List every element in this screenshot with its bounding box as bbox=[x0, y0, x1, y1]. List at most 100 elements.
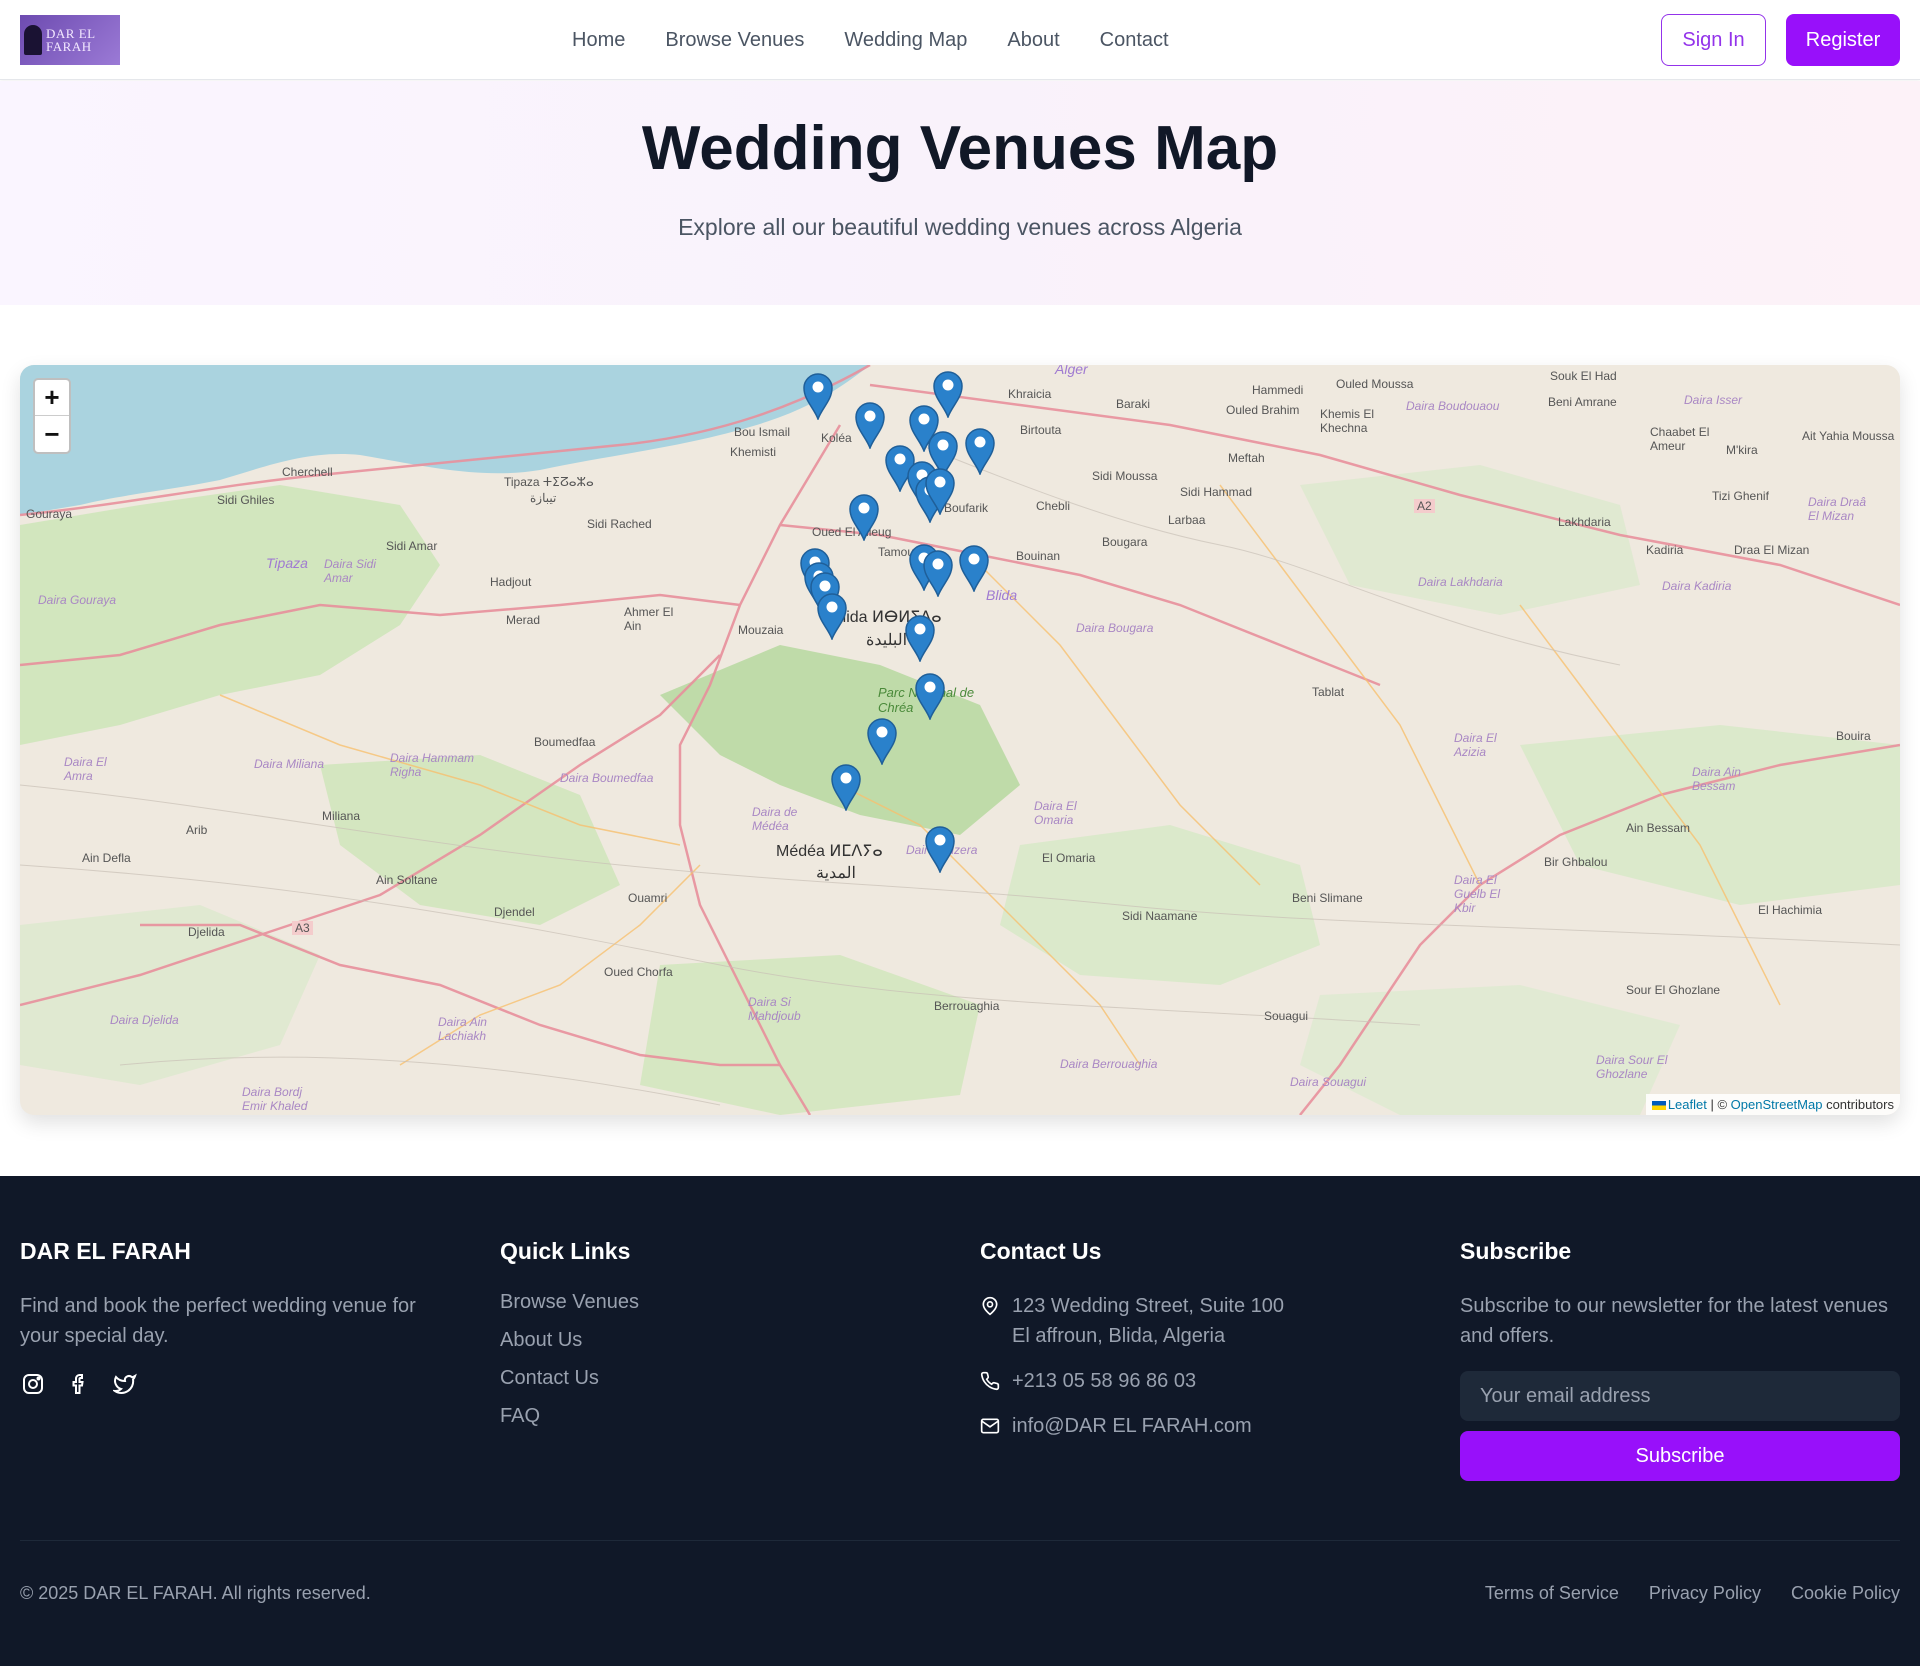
venue-marker-icon[interactable] bbox=[924, 825, 956, 875]
logo[interactable]: DAR EL FARAH bbox=[20, 15, 120, 65]
footer-brand-text: Find and book the perfect wedding venue … bbox=[20, 1295, 416, 1347]
contact-email: info@DAR EL FARAH.com bbox=[980, 1411, 1420, 1441]
openstreetmap-link[interactable]: OpenStreetMap bbox=[1731, 1097, 1823, 1112]
venue-marker-icon[interactable] bbox=[964, 427, 996, 477]
map-label-berrouaghia: Berrouaghia bbox=[934, 999, 1000, 1013]
venue-marker-icon[interactable] bbox=[904, 614, 936, 664]
map-label-sidi-amar: Sidi Amar bbox=[386, 539, 438, 553]
leaflet-link[interactable]: Leaflet bbox=[1668, 1097, 1707, 1112]
register-button[interactable]: Register bbox=[1786, 14, 1900, 66]
venue-marker-icon[interactable] bbox=[848, 493, 880, 543]
email-text[interactable]: info@DAR EL FARAH.com bbox=[1012, 1411, 1252, 1441]
map-label-souagui: Souagui bbox=[1264, 1009, 1309, 1023]
map-label-boumedfaa: Boumedfaa bbox=[534, 735, 596, 749]
map-label-cherchell: Cherchell bbox=[282, 465, 333, 479]
zoom-out-button[interactable]: − bbox=[35, 416, 69, 452]
venue-marker-icon[interactable] bbox=[802, 372, 834, 422]
venue-marker-icon[interactable] bbox=[958, 544, 990, 594]
footer-brand-column: DAR EL FARAH Find and book the perfect w… bbox=[20, 1238, 460, 1397]
map-label-daira-bordj: Daira Bordj Emir Khaled bbox=[242, 1085, 308, 1113]
map-label-daira-boumedfaa: Daira Boumedfaa bbox=[560, 771, 654, 785]
map-label-beni-slimane: Beni Slimane bbox=[1292, 891, 1363, 905]
footer-link-faq[interactable]: FAQ bbox=[500, 1405, 940, 1428]
cookie-link[interactable]: Cookie Policy bbox=[1791, 1583, 1900, 1604]
venue-marker-icon[interactable] bbox=[922, 549, 954, 599]
zoom-in-button[interactable]: + bbox=[35, 380, 69, 416]
map-label-el-hachimia: El Hachimia bbox=[1758, 903, 1823, 917]
subscribe-button[interactable]: Subscribe bbox=[1460, 1431, 1900, 1481]
map-label-chebli: Chebli bbox=[1036, 499, 1071, 513]
map-label-el-omaria: El Omaria bbox=[1042, 851, 1096, 865]
ukraine-flag-icon bbox=[1651, 1101, 1666, 1111]
footer-link-browse-venues[interactable]: Browse Venues bbox=[500, 1291, 940, 1314]
map-label-arib: Arib bbox=[186, 823, 208, 837]
map-label-larbaa: Larbaa bbox=[1168, 513, 1206, 527]
map-label-tizi-ghenif: Tizi Ghenif bbox=[1712, 489, 1769, 503]
map-label-ouled-chorfa: Oued Chorfa bbox=[604, 965, 673, 979]
quick-links-title: Quick Links bbox=[500, 1238, 631, 1264]
address-text: 123 Wedding Street, Suite 100 El affroun… bbox=[1012, 1291, 1284, 1351]
logo-text: DAR EL FARAH bbox=[46, 27, 96, 53]
map-label-ain-bessam: Ain Bessam bbox=[1626, 821, 1691, 835]
footer-quick-links-column: Quick Links Browse Venues About Us Conta… bbox=[500, 1238, 940, 1443]
venue-marker-icon[interactable] bbox=[866, 717, 898, 767]
map-label-alger: Alger bbox=[1055, 365, 1088, 377]
map-label-ouamri: Ouamri bbox=[628, 891, 668, 905]
map-label-hadjout: Hadjout bbox=[490, 575, 532, 589]
map-label-sidi-moussa: Sidi Moussa bbox=[1092, 469, 1158, 483]
map-label-khraicia: Khraicia bbox=[1008, 387, 1052, 401]
map-label-daira-berrouaghia: Daira Berrouaghia bbox=[1060, 1057, 1158, 1071]
phone-icon bbox=[980, 1366, 1000, 1396]
nav-home[interactable]: Home bbox=[572, 29, 625, 52]
privacy-link[interactable]: Privacy Policy bbox=[1649, 1583, 1761, 1604]
venue-marker-icon[interactable] bbox=[924, 467, 956, 517]
footer-brand-title: DAR EL FARAH bbox=[20, 1238, 191, 1264]
nav-wedding-map[interactable]: Wedding Map bbox=[844, 29, 967, 52]
map-label-ahmer-el-ain: Ahmer El Ain bbox=[624, 605, 674, 633]
map-label-blida-ar: البليدة bbox=[866, 632, 908, 649]
map-label-ain-defla: Ain Defla bbox=[82, 851, 131, 865]
map-label-kadiria: Kadiria bbox=[1646, 543, 1684, 557]
mail-icon bbox=[980, 1411, 1000, 1441]
map-label-tipaza-wilaya: Tipaza bbox=[266, 555, 308, 571]
top-navbar: DAR EL FARAH Home Browse Venues Wedding … bbox=[0, 0, 1920, 80]
footer: DAR EL FARAH Find and book the perfect w… bbox=[0, 1176, 1920, 1666]
venue-marker-icon[interactable] bbox=[854, 401, 886, 451]
map-label-daira-el-amra: Daira El Amra bbox=[64, 755, 107, 783]
subscribe-title: Subscribe bbox=[1460, 1238, 1572, 1264]
venue-marker-icon[interactable] bbox=[914, 672, 946, 722]
map-label-daira-ain-lechiakh: Daira Ain Lachiakh bbox=[438, 1015, 487, 1043]
terms-link[interactable]: Terms of Service bbox=[1485, 1583, 1619, 1604]
map-label-kolea: Koléa bbox=[821, 431, 852, 445]
map-label-mkira: M'kira bbox=[1726, 443, 1758, 457]
nav-browse-venues[interactable]: Browse Venues bbox=[665, 29, 804, 52]
facebook-icon[interactable] bbox=[66, 1371, 92, 1397]
map-label-daira-hammam-righa: Daira Hammam Righa bbox=[390, 751, 475, 779]
twitter-icon[interactable] bbox=[112, 1371, 138, 1397]
footer-link-about-us[interactable]: About Us bbox=[500, 1329, 940, 1352]
logo-line-2: FARAH bbox=[46, 39, 92, 54]
address-line-1: 123 Wedding Street, Suite 100 bbox=[1012, 1295, 1285, 1317]
venue-marker-icon[interactable] bbox=[932, 370, 964, 420]
subscribe-text: Subscribe to our newsletter for the late… bbox=[1460, 1295, 1889, 1347]
map-label-sour-el-ghozlane: Sour El Ghozlane bbox=[1626, 983, 1721, 997]
newsletter-email-input[interactable]: Your email address bbox=[1460, 1371, 1900, 1421]
phone-text[interactable]: +213 05 58 96 86 03 bbox=[1012, 1366, 1196, 1396]
map-label-merad: Merad bbox=[506, 613, 541, 627]
zoom-control: + − bbox=[33, 378, 71, 454]
venue-marker-icon[interactable] bbox=[830, 763, 862, 813]
instagram-icon[interactable] bbox=[20, 1371, 46, 1397]
map-label-daira-souagui: Daira Souagui bbox=[1290, 1075, 1367, 1089]
map-label-daira-bougara: Daira Bougara bbox=[1076, 621, 1154, 635]
venue-marker-icon[interactable] bbox=[816, 592, 848, 642]
map-label-a2: A2 bbox=[1414, 499, 1435, 513]
map-label-daira-ain-bessam: Daira Ain Bessam bbox=[1692, 765, 1741, 793]
sign-in-button[interactable]: Sign In bbox=[1661, 14, 1766, 66]
nav-about[interactable]: About bbox=[1007, 29, 1059, 52]
nav-contact[interactable]: Contact bbox=[1100, 29, 1169, 52]
footer-link-contact-us[interactable]: Contact Us bbox=[500, 1367, 940, 1390]
map-label-sidi-naamane: Sidi Naamane bbox=[1122, 909, 1198, 923]
map-label-daira-draa-el-mizan: Daira Draâ El Mizan bbox=[1808, 495, 1867, 523]
venues-map[interactable]: Alger Koléa Bou Ismail Khemisti Cherchel… bbox=[20, 365, 1900, 1115]
address-line-2: El affroun, Blida, Algeria bbox=[1012, 1325, 1226, 1347]
